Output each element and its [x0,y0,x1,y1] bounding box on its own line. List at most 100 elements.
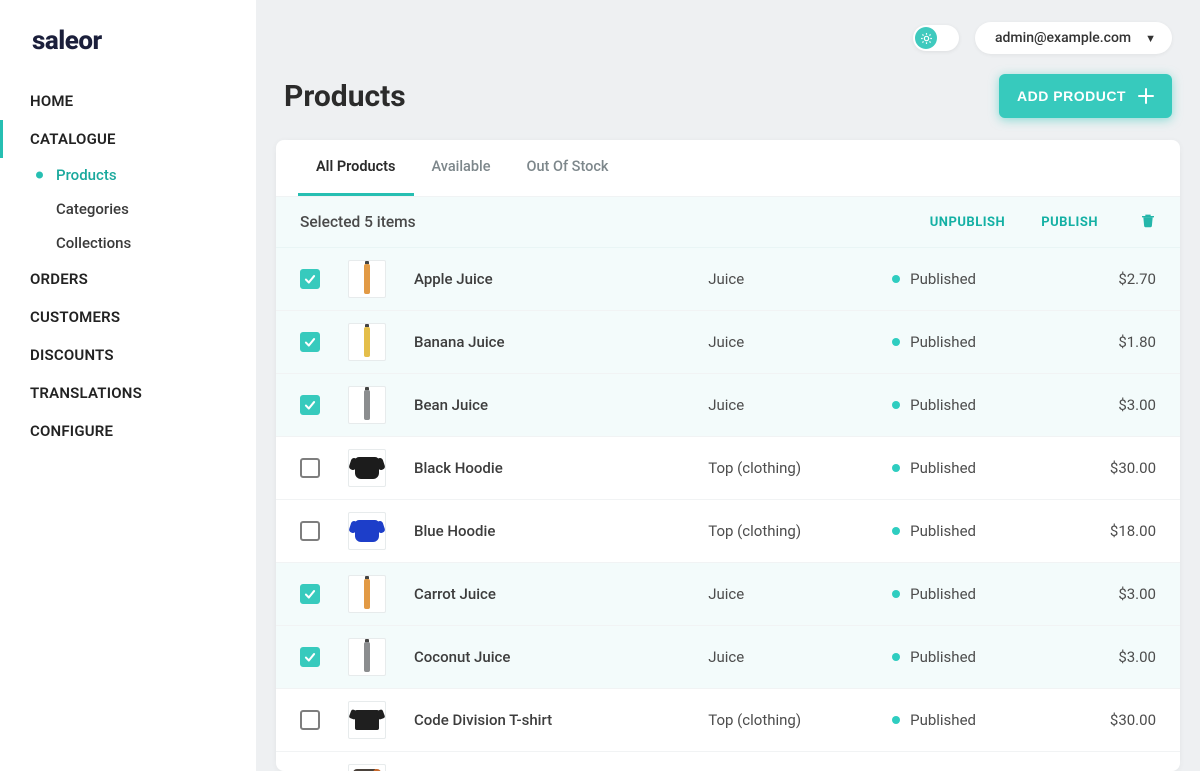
nav-discounts[interactable]: DISCOUNTS [0,336,256,374]
product-price: $2.70 [1076,270,1156,288]
product-status: Published [892,333,1076,351]
product-rows: Apple JuiceJuicePublished$2.70Banana Jui… [276,248,1180,771]
product-status: Published [892,585,1076,603]
product-thumbnail [348,575,386,613]
product-thumbnail [348,512,386,550]
product-name: Code Division T-shirt [414,711,708,729]
nav-collections[interactable]: Collections [0,226,256,260]
page-title: Products [284,79,406,114]
product-type: Juice [708,585,892,603]
status-dot-icon [892,401,900,409]
sun-icon [915,27,937,49]
product-row[interactable]: Code Division T-shirtTop (clothing)Publi… [276,689,1180,752]
brand-name: saleor [32,26,102,56]
product-thumbnail [348,323,386,361]
product-type: Juice [708,648,892,666]
bulk-publish[interactable]: PUBLISH [1041,215,1098,230]
status-dot-icon [892,590,900,598]
bulk-unpublish[interactable]: UNPUBLISH [930,215,1006,230]
product-row[interactable]: Colored Parrot CushionCushionPublished$2… [276,752,1180,771]
sidebar: saleor HOME CATALOGUE Products Categorie… [0,0,256,771]
product-name: Carrot Juice [414,585,708,603]
product-thumbnail [348,701,386,739]
chevron-down-icon: ▼ [1145,32,1156,45]
nav-configure[interactable]: CONFIGURE [0,412,256,450]
main-content: admin@example.com ▼ Products ADD PRODUCT… [256,0,1200,771]
theme-toggle[interactable] [913,25,959,51]
product-status: Published [892,396,1076,414]
product-name: Blue Hoodie [414,522,708,540]
row-checkbox[interactable] [300,332,320,352]
nav-home[interactable]: HOME [0,82,256,120]
product-price: $30.00 [1076,711,1156,729]
row-checkbox[interactable] [300,521,320,541]
nav-translations[interactable]: TRANSLATIONS [0,374,256,412]
product-row[interactable]: Blue HoodieTop (clothing)Published$18.00 [276,500,1180,563]
product-status: Published [892,459,1076,477]
tab-out-of-stock[interactable]: Out Of Stock [508,140,626,196]
row-checkbox[interactable] [300,647,320,667]
status-dot-icon [892,464,900,472]
product-status: Published [892,711,1076,729]
add-product-button[interactable]: ADD PRODUCT [999,74,1172,118]
product-row[interactable]: Bean JuiceJuicePublished$3.00 [276,374,1180,437]
product-row[interactable]: Apple JuiceJuicePublished$2.70 [276,248,1180,311]
nav-customers[interactable]: CUSTOMERS [0,298,256,336]
user-menu[interactable]: admin@example.com ▼ [975,22,1172,54]
product-type: Juice [708,333,892,351]
product-thumbnail [348,449,386,487]
tab-available[interactable]: Available [414,140,509,196]
tab-all-products[interactable]: All Products [298,140,414,196]
status-dot-icon [892,527,900,535]
bulk-action-bar: Selected 5 items UNPUBLISH PUBLISH [276,197,1180,248]
product-thumbnail [348,764,386,771]
brand-logo: saleor [0,26,256,82]
plus-icon [1138,88,1154,104]
product-thumbnail [348,386,386,424]
user-email: admin@example.com [995,30,1131,46]
product-status: Published [892,522,1076,540]
product-status: Published [892,270,1076,288]
product-price: $3.00 [1076,396,1156,414]
nav-products[interactable]: Products [0,158,256,192]
product-thumbnail [348,638,386,676]
product-price: $30.00 [1076,459,1156,477]
product-type: Top (clothing) [708,522,892,540]
trash-icon[interactable] [1140,211,1156,233]
product-status: Published [892,648,1076,666]
topbar: admin@example.com ▼ [256,0,1200,54]
product-tabs: All Products Available Out Of Stock [276,140,1180,197]
product-name: Bean Juice [414,396,708,414]
row-checkbox[interactable] [300,710,320,730]
nav-orders[interactable]: ORDERS [0,260,256,298]
product-row[interactable]: Black HoodieTop (clothing)Published$30.0… [276,437,1180,500]
product-price: $3.00 [1076,648,1156,666]
product-type: Juice [708,270,892,288]
status-dot-icon [892,275,900,283]
row-checkbox[interactable] [300,458,320,478]
product-type: Juice [708,396,892,414]
row-checkbox[interactable] [300,584,320,604]
status-dot-icon [892,653,900,661]
selected-count: Selected 5 items [300,213,894,231]
product-type: Top (clothing) [708,711,892,729]
product-row[interactable]: Carrot JuiceJuicePublished$3.00 [276,563,1180,626]
row-checkbox[interactable] [300,395,320,415]
product-row[interactable]: Coconut JuiceJuicePublished$3.00 [276,626,1180,689]
products-card: All Products Available Out Of Stock Sele… [276,140,1180,771]
product-name: Apple Juice [414,270,708,288]
add-product-label: ADD PRODUCT [1017,88,1126,104]
product-price: $3.00 [1076,585,1156,603]
nav-catalogue[interactable]: CATALOGUE [0,120,256,158]
product-price: $1.80 [1076,333,1156,351]
product-price: $18.00 [1076,522,1156,540]
product-thumbnail [348,260,386,298]
product-name: Black Hoodie [414,459,708,477]
row-checkbox[interactable] [300,269,320,289]
status-dot-icon [892,716,900,724]
product-name: Banana Juice [414,333,708,351]
status-dot-icon [892,338,900,346]
nav-categories[interactable]: Categories [0,192,256,226]
product-name: Coconut Juice [414,648,708,666]
product-row[interactable]: Banana JuiceJuicePublished$1.80 [276,311,1180,374]
